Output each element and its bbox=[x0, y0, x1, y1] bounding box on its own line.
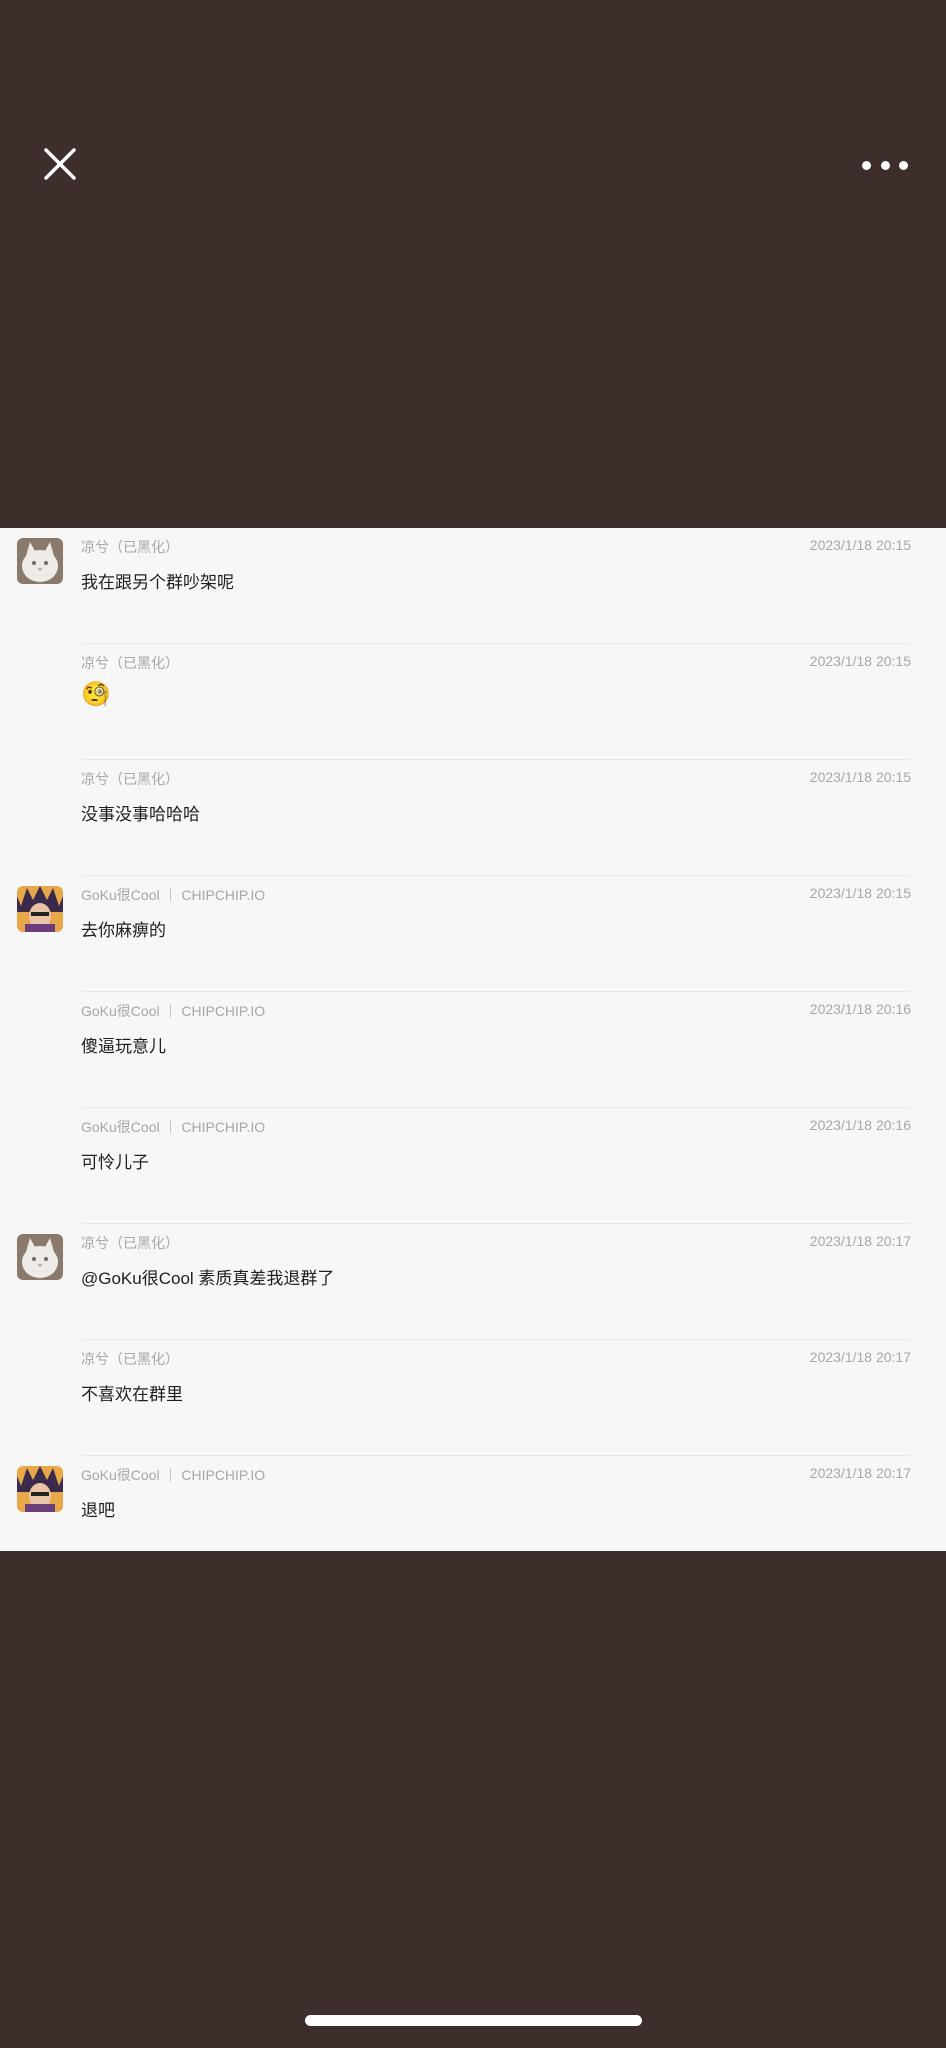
sender-name: 凉兮（已黑化） bbox=[81, 771, 179, 787]
home-indicator[interactable] bbox=[305, 2015, 642, 2026]
message-row: GoKu很Cool ｜ CHIPCHIP.IO 2023/1/18 20:15 去… bbox=[0, 876, 946, 992]
sender-name: 凉兮（已黑化） bbox=[81, 655, 179, 671]
message-row: 凉兮（已黑化） 2023/1/18 20:15 没事没事哈哈哈 bbox=[0, 760, 946, 876]
sender-name: 凉兮（已黑化） bbox=[81, 1351, 179, 1367]
message-text: 不喜欢在群里 bbox=[81, 1385, 183, 1404]
avatar-goku[interactable] bbox=[17, 1466, 63, 1512]
more-dot bbox=[862, 160, 871, 170]
sender-name: 凉兮（已黑化） bbox=[81, 539, 179, 555]
close-button[interactable] bbox=[36, 140, 84, 188]
message-time: 2023/1/18 20:17 bbox=[809, 1465, 911, 1481]
message-time: 2023/1/18 20:15 bbox=[809, 885, 911, 901]
avatar-cat[interactable] bbox=[17, 538, 63, 584]
more-dot bbox=[880, 160, 890, 170]
sender-name: GoKu很Cool ｜ CHIPCHIP.IO bbox=[81, 887, 266, 903]
message-row: 凉兮（已黑化） 2023/1/18 20:15 我在跟另个群吵架呢 bbox=[0, 528, 946, 644]
message-row: GoKu很Cool ｜ CHIPCHIP.IO 2023/1/18 20:17 退… bbox=[0, 1456, 946, 1572]
sender-name: GoKu很Cool ｜ CHIPCHIP.IO bbox=[81, 1467, 266, 1483]
message-row: 凉兮（已黑化） 2023/1/18 20:15 🧐 bbox=[0, 644, 946, 760]
message-text: 退吧 bbox=[81, 1501, 115, 1520]
message-row: GoKu很Cool ｜ CHIPCHIP.IO 2023/1/18 20:16 可… bbox=[0, 1108, 946, 1224]
message-row: GoKu很Cool ｜ CHIPCHIP.IO 2023/1/18 20:16 傻… bbox=[0, 992, 946, 1108]
sender-name: GoKu很Cool ｜ CHIPCHIP.IO bbox=[81, 1003, 266, 1019]
sender-name: GoKu很Cool ｜ CHIPCHIP.IO bbox=[81, 1119, 266, 1135]
close-icon bbox=[44, 148, 76, 180]
avatar-cat[interactable] bbox=[17, 1234, 63, 1280]
message-text: 可怜儿子 bbox=[81, 1153, 149, 1172]
message-emoji: 🧐 bbox=[81, 681, 111, 708]
message-time: 2023/1/18 20:17 bbox=[809, 1349, 911, 1365]
header-bar bbox=[0, 0, 946, 528]
more-button[interactable] bbox=[862, 150, 908, 180]
message-time: 2023/1/18 20:17 bbox=[809, 1233, 911, 1249]
message-time: 2023/1/18 20:16 bbox=[809, 1001, 911, 1017]
message-text: 去你麻痹的 bbox=[81, 921, 166, 940]
message-row: 凉兮（已黑化） 2023/1/18 20:17 不喜欢在群里 bbox=[0, 1340, 946, 1456]
message-row: 凉兮（已黑化） 2023/1/18 20:17 @GoKu很Cool 素质真差我退… bbox=[0, 1224, 946, 1340]
avatar-goku[interactable] bbox=[17, 886, 63, 932]
message-time: 2023/1/18 20:16 bbox=[809, 1117, 911, 1133]
chat-history-panel[interactable]: 凉兮（已黑化） 2023/1/18 20:15 我在跟另个群吵架呢 凉兮（已黑化）… bbox=[0, 528, 946, 1551]
message-time: 2023/1/18 20:15 bbox=[809, 537, 911, 553]
message-text: 傻逼玩意儿 bbox=[81, 1037, 166, 1056]
message-text: 我在跟另个群吵架呢 bbox=[81, 573, 234, 592]
message-time: 2023/1/18 20:15 bbox=[809, 769, 911, 785]
message-text: 没事没事哈哈哈 bbox=[81, 805, 200, 824]
message-text: @GoKu很Cool 素质真差我退群了 bbox=[81, 1269, 335, 1288]
message-time: 2023/1/18 20:15 bbox=[809, 653, 911, 669]
sender-name: 凉兮（已黑化） bbox=[81, 1235, 179, 1251]
more-dot bbox=[899, 160, 908, 170]
